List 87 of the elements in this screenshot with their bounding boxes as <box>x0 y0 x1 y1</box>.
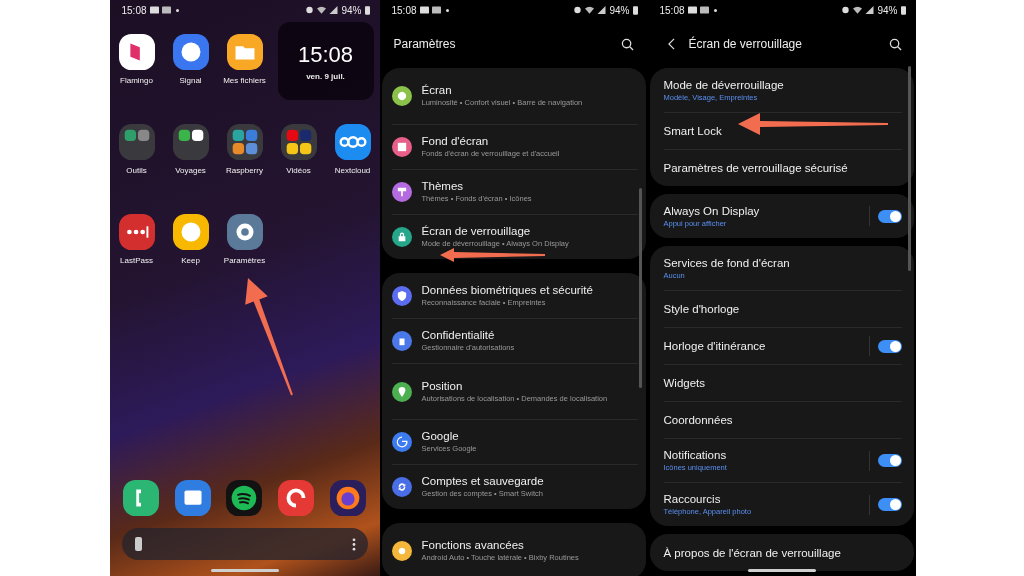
app-icon[interactable] <box>118 34 155 70</box>
battery-level: 94% <box>341 4 362 16</box>
folder-icon[interactable] <box>226 34 263 70</box>
sync-icon <box>391 477 412 497</box>
screen-title: Paramètres <box>393 37 456 51</box>
status-time: 15:08 <box>391 4 417 16</box>
dot-icon <box>713 8 717 12</box>
item-title: Style d'horloge <box>663 303 741 315</box>
app-label: Raspberry <box>226 166 263 175</box>
item-title: Smart Lock <box>663 125 723 137</box>
item-title: Widgets <box>663 377 707 389</box>
item-title: Confidentialité <box>421 329 496 342</box>
screen-title: Écran de verrouillage <box>688 37 802 51</box>
battery-icon <box>632 5 638 15</box>
widget-date: ven. 9 juil. <box>306 71 345 81</box>
item-title: Fond d'écran <box>421 135 490 148</box>
item-title: Position <box>421 379 464 392</box>
wifi-icon <box>853 6 863 14</box>
item-title: Coordonnées <box>663 414 734 426</box>
app-label: Nextcloud <box>334 166 371 175</box>
toggle-switch[interactable] <box>877 339 902 353</box>
dot-icon <box>175 8 179 12</box>
folder-icon[interactable] <box>226 124 263 160</box>
battery-level: 94% <box>609 4 630 16</box>
item-title: Raccourcis <box>663 493 722 505</box>
search-icon[interactable] <box>888 37 902 51</box>
status-time: 15:08 <box>121 4 147 16</box>
app-label: Vidéos <box>286 166 311 175</box>
signal-icon <box>865 6 875 14</box>
status-time: 15:08 <box>659 4 685 16</box>
item-title: Écran <box>421 84 453 97</box>
app-label: LastPass <box>120 256 153 265</box>
item-title: Services de fond d'écran <box>663 256 791 269</box>
dots-icon[interactable] <box>118 214 155 250</box>
item-title: Mode de déverrouillage <box>663 78 785 91</box>
item-title: Comptes et sauvegarde <box>421 475 545 488</box>
toggle-switch[interactable] <box>877 209 902 223</box>
item-title: Fonctions avancées <box>421 539 525 552</box>
settings-item[interactable]: Widgets <box>663 364 902 401</box>
signal-icon <box>329 6 339 14</box>
app-label: Voyages <box>175 166 206 175</box>
toggle-switch[interactable] <box>877 498 902 511</box>
item-title: Google <box>421 430 460 443</box>
rings-icon[interactable] <box>334 124 371 160</box>
battery-icon <box>900 5 906 15</box>
folder-icon[interactable] <box>172 124 209 160</box>
battery-icon <box>364 5 370 15</box>
wifi-icon <box>585 6 595 14</box>
settings-item[interactable]: Style d'horloge <box>663 290 902 327</box>
settings-item[interactable]: Horloge d'itinérance <box>663 327 902 364</box>
dot-icon <box>445 8 449 12</box>
navigation-handle[interactable] <box>747 569 816 572</box>
wifi-icon <box>317 6 327 14</box>
lock-icon <box>391 227 412 247</box>
ring-icon <box>391 432 412 452</box>
shield-icon <box>391 285 412 306</box>
app-label: Signal <box>179 76 202 85</box>
sun-icon <box>391 86 412 106</box>
item-title: Données biométriques et sécurité <box>421 283 594 296</box>
item-title: Paramètres de verrouillage sécurisé <box>663 162 849 174</box>
picture-icon <box>391 137 412 157</box>
item-title: Écran de verrouillage <box>421 225 532 238</box>
signal-icon <box>597 6 607 14</box>
item-title: Horloge d'itinérance <box>663 340 767 352</box>
battery-level: 94% <box>877 4 898 16</box>
folder-icon[interactable] <box>280 124 317 160</box>
settings-item[interactable]: Coordonnées <box>663 401 902 438</box>
item-title: Thèmes <box>421 180 465 193</box>
widget-time: 15:08 <box>297 41 354 68</box>
item-title: Notifications <box>663 449 728 461</box>
settings-item[interactable]: À propos de l'écran de verrouillage <box>663 534 902 571</box>
music-icon[interactable] <box>226 480 263 516</box>
item-title: À propos de l'écran de verrouillage <box>663 546 842 559</box>
navigation-handle[interactable] <box>210 569 279 572</box>
settings-item[interactable]: Paramètres de verrouillage sécurisé <box>663 149 902 186</box>
more-icon[interactable] <box>351 537 356 551</box>
brush-icon <box>391 182 412 202</box>
app-label: Paramètres <box>223 256 266 265</box>
app-label: Mes fichiers <box>223 76 266 85</box>
toggle-switch[interactable] <box>877 454 902 467</box>
pin-icon <box>391 381 412 402</box>
app-label: Outils <box>126 166 147 175</box>
app-label: Keep <box>181 256 200 265</box>
back-icon[interactable] <box>667 38 675 50</box>
item-title: Always On Display <box>663 204 761 217</box>
app-label: Flamingo <box>120 76 153 85</box>
search-icon[interactable] <box>620 37 634 51</box>
